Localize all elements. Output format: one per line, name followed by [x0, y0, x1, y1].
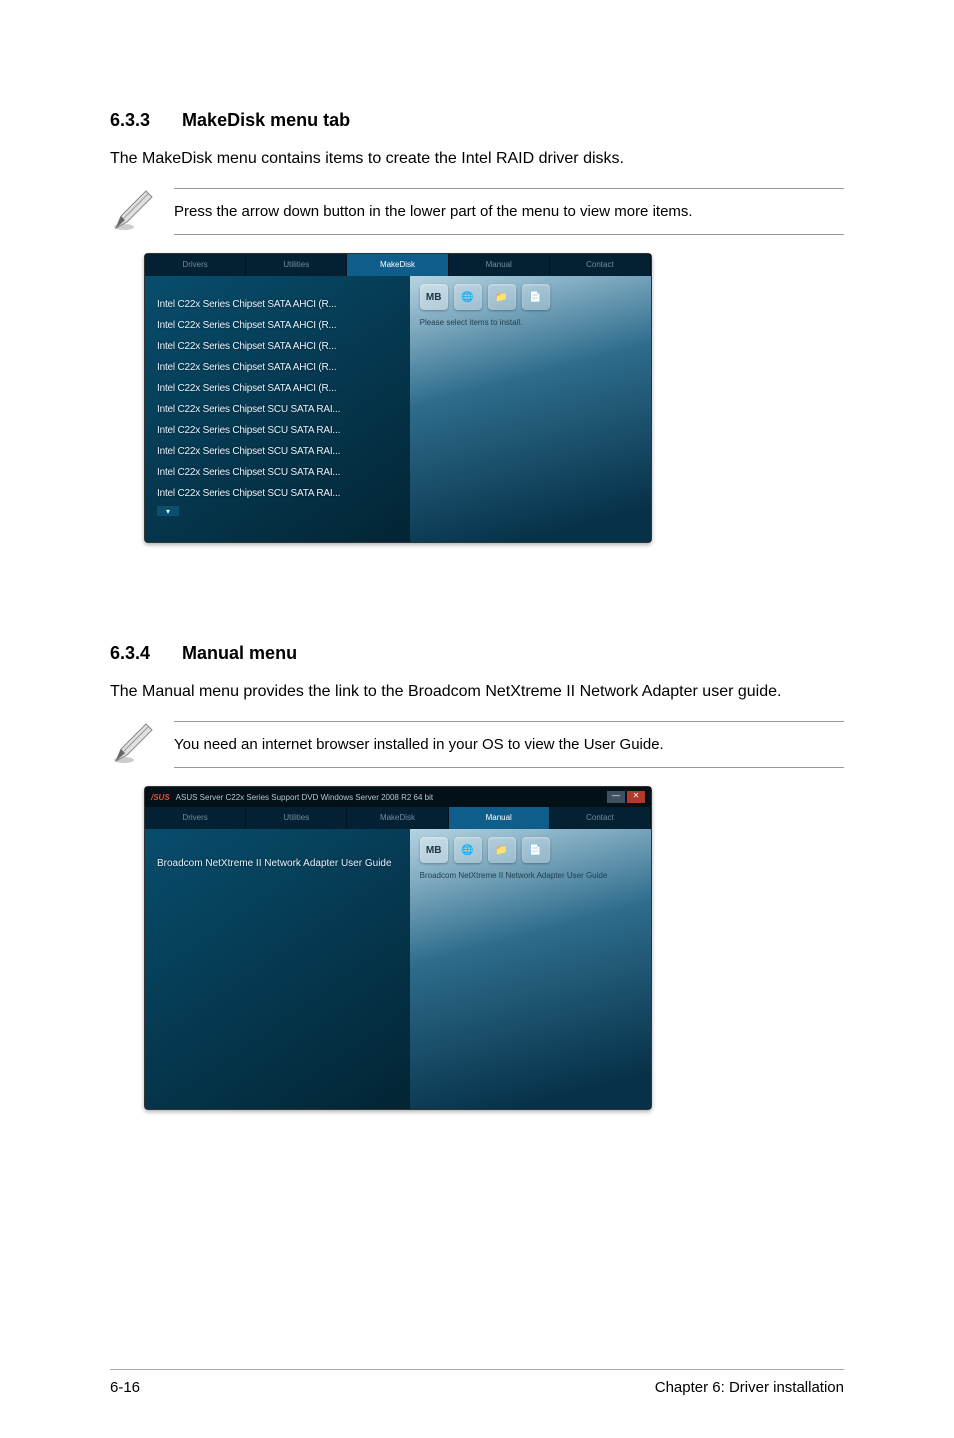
section2-intro: The Manual menu provides the link to the… — [110, 680, 844, 703]
manual-list-panel: Broadcom NetXtreme II Network Adapter Us… — [145, 829, 410, 1109]
list-item[interactable]: Intel C22x Series Chipset SATA AHCI (R..… — [157, 378, 402, 399]
right-hint-text: Please select items to install. — [420, 318, 641, 328]
list-item[interactable]: Intel C22x Series Chipset SATA AHCI (R..… — [157, 357, 402, 378]
right-info-panel: MB 🌐 📁 📄 Broadcom NetXtreme II Network A… — [410, 829, 651, 1109]
manual-screenshot: /SUS ASUS Server C22x Series Support DVD… — [144, 786, 652, 1110]
tab-makedisk[interactable]: MakeDisk — [347, 807, 448, 829]
minimize-button[interactable]: — — [607, 791, 625, 803]
folder-icon[interactable]: 📁 — [488, 837, 516, 863]
tab-drivers[interactable]: Drivers — [145, 254, 246, 276]
section-title: Manual menu — [182, 643, 297, 664]
list-item[interactable]: Intel C22x Series Chipset SCU SATA RAI..… — [157, 399, 402, 420]
scroll-down-arrow[interactable]: ▾ — [157, 506, 179, 516]
note-block-2: You need an internet browser installed i… — [110, 721, 844, 768]
pencil-note-icon — [110, 188, 156, 234]
tab-makedisk[interactable]: MakeDisk — [347, 254, 448, 276]
chapter-label: Chapter 6: Driver installation — [655, 1379, 844, 1396]
section-title: MakeDisk menu tab — [182, 110, 350, 131]
tab-utilities[interactable]: Utilities — [246, 807, 347, 829]
section-number: 6.3.3 — [110, 110, 150, 131]
list-item[interactable]: Intel C22x Series Chipset SCU SATA RAI..… — [157, 462, 402, 483]
makedisk-screenshot: Drivers Utilities MakeDisk Manual Contac… — [144, 253, 652, 543]
page-footer: 6-16 Chapter 6: Driver installation — [110, 1379, 844, 1396]
list-item[interactable]: Intel C22x Series Chipset SCU SATA RAI..… — [157, 483, 402, 504]
asus-logo: /SUS — [151, 793, 170, 802]
section1-intro: The MakeDisk menu contains items to crea… — [110, 147, 844, 170]
section-heading-6-3-3: 6.3.3 MakeDisk menu tab — [110, 110, 844, 131]
toolbar-icons: MB 🌐 📁 📄 — [420, 284, 641, 310]
list-item[interactable]: Intel C22x Series Chipset SCU SATA RAI..… — [157, 420, 402, 441]
pencil-note-icon — [110, 721, 156, 767]
note-content-1: Press the arrow down button in the lower… — [174, 188, 844, 235]
tab-contact[interactable]: Contact — [550, 807, 651, 829]
globe-icon[interactable]: 🌐 — [454, 284, 482, 310]
tab-manual[interactable]: Manual — [449, 807, 550, 829]
manual-item-broadcom[interactable]: Broadcom NetXtreme II Network Adapter Us… — [157, 857, 402, 870]
right-hint-text: Broadcom NetXtreme II Network Adapter Us… — [420, 871, 641, 881]
list-item[interactable]: Intel C22x Series Chipset SATA AHCI (R..… — [157, 315, 402, 336]
toolbar-icons: MB 🌐 📁 📄 — [420, 837, 641, 863]
section-heading-6-3-4: 6.3.4 Manual menu — [110, 643, 844, 664]
driver-list: Intel C22x Series Chipset SATA AHCI (R..… — [157, 294, 402, 504]
mb-icon[interactable]: MB — [420, 837, 448, 863]
document-icon[interactable]: 📄 — [522, 837, 550, 863]
tabs-bar: Drivers Utilities MakeDisk Manual Contac… — [145, 807, 651, 829]
tab-manual[interactable]: Manual — [449, 254, 550, 276]
driver-list-panel: Intel C22x Series Chipset SATA AHCI (R..… — [145, 276, 410, 542]
page-number: 6-16 — [110, 1379, 140, 1396]
footer-divider — [110, 1369, 844, 1370]
mb-icon[interactable]: MB — [420, 284, 448, 310]
window-titlebar: /SUS ASUS Server C22x Series Support DVD… — [145, 787, 651, 807]
titlebar-text: ASUS Server C22x Series Support DVD Wind… — [176, 793, 433, 802]
list-item[interactable]: Intel C22x Series Chipset SCU SATA RAI..… — [157, 441, 402, 462]
tab-contact[interactable]: Contact — [550, 254, 651, 276]
right-info-panel: MB 🌐 📁 📄 Please select items to install. — [410, 276, 651, 542]
list-item[interactable]: Intel C22x Series Chipset SATA AHCI (R..… — [157, 294, 402, 315]
document-icon[interactable]: 📄 — [522, 284, 550, 310]
list-item[interactable]: Intel C22x Series Chipset SATA AHCI (R..… — [157, 336, 402, 357]
tab-utilities[interactable]: Utilities — [246, 254, 347, 276]
section-number: 6.3.4 — [110, 643, 150, 664]
globe-icon[interactable]: 🌐 — [454, 837, 482, 863]
folder-icon[interactable]: 📁 — [488, 284, 516, 310]
note-content-2: You need an internet browser installed i… — [174, 721, 844, 768]
close-button[interactable]: ✕ — [627, 791, 645, 803]
tab-drivers[interactable]: Drivers — [145, 807, 246, 829]
tabs-bar: Drivers Utilities MakeDisk Manual Contac… — [145, 254, 651, 276]
note-block-1: Press the arrow down button in the lower… — [110, 188, 844, 235]
